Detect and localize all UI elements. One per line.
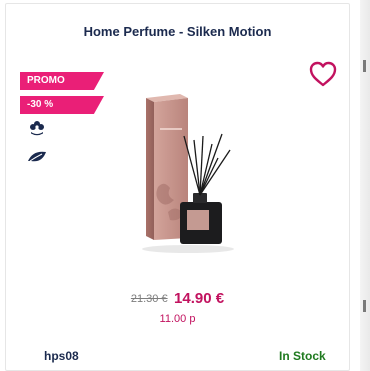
scrollbar-tick	[363, 60, 366, 72]
scrollbar-tick	[363, 300, 366, 312]
loyalty-points: 11.00 p	[159, 313, 196, 325]
leaf-icon	[28, 151, 46, 162]
new-price: 14.90 €	[174, 290, 225, 308]
discount-badge: -30 %	[20, 96, 104, 114]
stock-status: In Stock	[279, 349, 326, 363]
promo-badge: PROMO	[20, 72, 104, 90]
flower-icon	[30, 121, 44, 136]
product-image[interactable]	[140, 92, 250, 262]
product-title[interactable]: Home Perfume - Silken Motion	[5, 24, 350, 39]
old-price: 21.30 €	[130, 292, 168, 305]
product-sku: hps08	[44, 349, 79, 363]
price-row: 21.30 € 14.90 €	[5, 290, 350, 308]
heart-outline-icon[interactable]	[308, 60, 338, 88]
scrollbar[interactable]	[360, 0, 370, 371]
